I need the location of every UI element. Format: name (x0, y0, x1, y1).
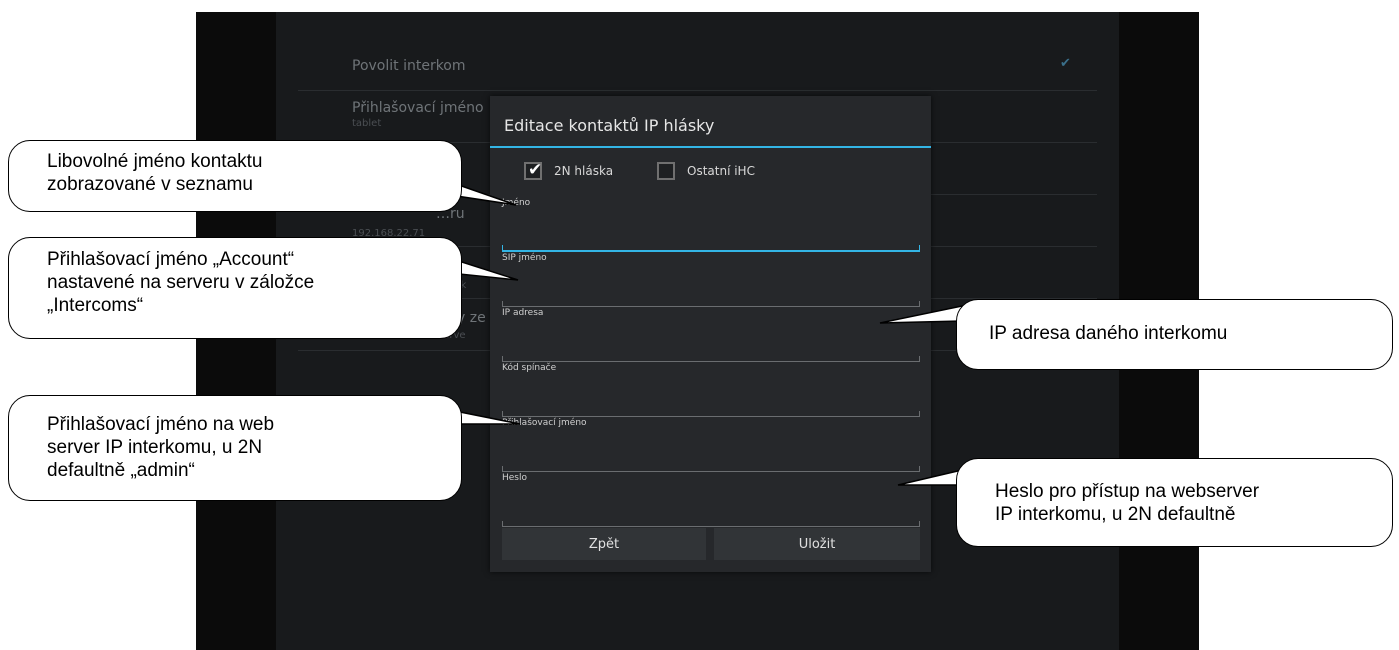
callout-password: Heslo pro přístup na webserver IP interk… (956, 458, 1393, 547)
login-label: Přihlašovací jméno (502, 418, 587, 428)
callout-line: Přihlašovací jméno na web (47, 414, 275, 435)
setting-label: Přihlašovací jméno (352, 100, 484, 116)
checkmark-icon: ✔ (528, 160, 543, 180)
dialog-title: Editace kontaktů IP hlásky (504, 116, 715, 135)
setting-label: Povolit interkom (352, 58, 466, 74)
title-divider (490, 146, 931, 148)
checkbox-box[interactable] (657, 162, 675, 180)
callout-ip: IP adresa daného interkomu (956, 299, 1393, 370)
checkbox-label: 2N hláska (554, 164, 614, 178)
checkbox-2n[interactable]: ✔ 2N hláska (524, 160, 613, 182)
name-input[interactable] (502, 236, 920, 252)
password-input[interactable] (502, 511, 920, 527)
callout-line: „Intercoms“ (47, 295, 144, 316)
callout-line: Libovolné jméno kontaktu (47, 151, 263, 172)
edit-contact-dialog: Editace kontaktů IP hlásky ✔ 2N hláska O… (490, 96, 931, 572)
sip-name-input[interactable] (502, 291, 920, 307)
callout-line: Heslo pro přístup na webserver (995, 481, 1260, 502)
callout-account: Přihlašovací jméno „Account“ nastavené n… (8, 237, 462, 339)
ip-address-input[interactable] (502, 346, 920, 362)
setting-row-enable-intercom[interactable]: Povolit interkom ✔ (298, 12, 1097, 91)
callout-line: server IP interkomu, u 2N (47, 437, 263, 458)
sip-name-label: SIP jméno (502, 253, 547, 263)
password-label: Heslo (502, 473, 528, 483)
callout-line: zobrazované v seznamu (47, 174, 253, 195)
callout-line: defaultně „admin“ (47, 460, 195, 481)
save-button[interactable]: Uložit (714, 528, 920, 560)
callout-line: nastavené na serveru v záložce (47, 272, 315, 293)
back-button[interactable]: Zpět (502, 528, 706, 560)
login-input[interactable] (502, 456, 920, 472)
ip-address-label: IP adresa (502, 308, 544, 318)
checkbox-other[interactable]: Ostatní iHC (657, 160, 755, 182)
callout-name: Libovolné jméno kontaktu zobrazované v s… (8, 140, 462, 212)
callout-web-login: Přihlašovací jméno na web server IP inte… (8, 395, 462, 501)
checkbox-box[interactable]: ✔ (524, 160, 543, 180)
switch-code-input[interactable] (502, 401, 920, 417)
switch-code-label: Kód spínače (502, 363, 557, 373)
checkmark-icon[interactable]: ✔ (1060, 56, 1073, 69)
callout-line: IP interkomu, u 2N defaultně (995, 504, 1236, 525)
setting-value: tablet (352, 118, 382, 129)
callout-line: IP adresa daného interkomu (989, 323, 1228, 344)
name-label: Jméno (502, 198, 531, 208)
checkbox-label: Ostatní iHC (687, 164, 755, 178)
callout-line: Přihlašovací jméno „Account“ (47, 249, 295, 270)
